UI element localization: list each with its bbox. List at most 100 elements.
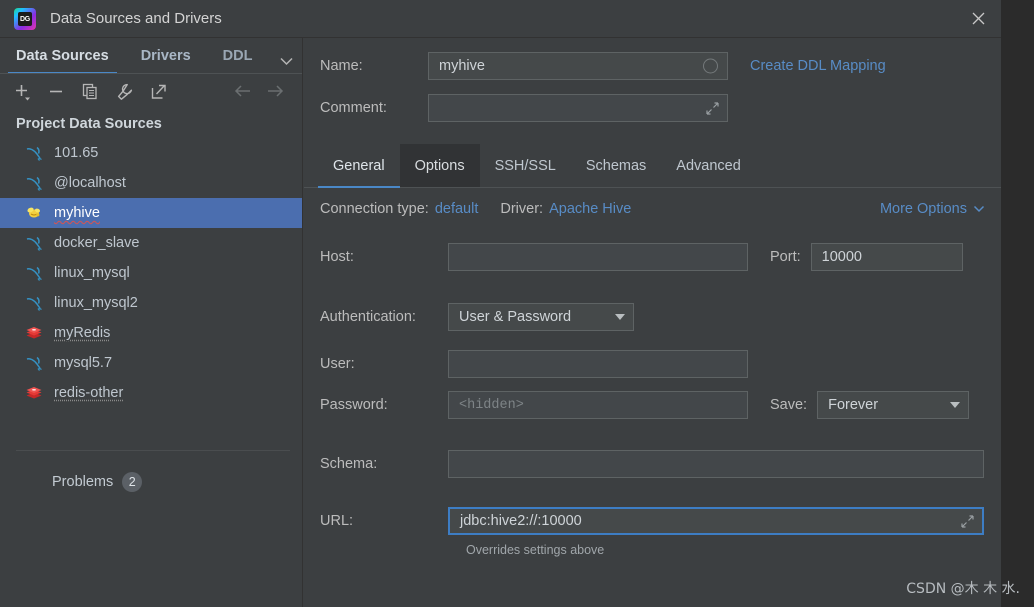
expand-icon[interactable]: [960, 514, 974, 528]
port-input[interactable]: 10000: [810, 243, 963, 271]
title-bar: DG Data Sources and Drivers: [0, 0, 1001, 38]
name-input[interactable]: myhive: [428, 52, 728, 80]
authentication-select[interactable]: User & Password: [448, 303, 634, 331]
watermark: CSDN @木 木 水.: [906, 578, 1020, 598]
list-item[interactable]: 101.65: [0, 138, 302, 168]
comment-label: Comment:: [320, 100, 387, 116]
password-label: Password:: [320, 397, 388, 413]
window-title: Data Sources and Drivers: [50, 10, 222, 27]
wrench-icon: [117, 83, 132, 100]
save-select[interactable]: Forever: [817, 391, 970, 419]
tab-options[interactable]: Options: [399, 144, 480, 187]
mysql-dolphin-icon: [24, 144, 44, 162]
mysql-dolphin-icon: [24, 354, 44, 372]
tab-ssh-ssl[interactable]: SSH/SSL: [480, 144, 571, 187]
more-options-row[interactable]: More Options: [880, 201, 985, 217]
list-item-label: @localhost: [54, 175, 126, 191]
hive-bee-icon: [24, 204, 44, 222]
external-link-icon: [151, 84, 166, 99]
data-sources-dialog: DG Data Sources and Drivers Data Sources…: [0, 0, 1001, 607]
navigate-back-button[interactable]: [232, 80, 254, 102]
arrow-left-icon: [234, 85, 250, 97]
list-item[interactable]: mysql5.7: [0, 348, 302, 378]
save-label: Save:: [770, 397, 808, 413]
add-data-source-button[interactable]: [12, 81, 32, 101]
user-input[interactable]: [448, 350, 748, 378]
share-data-source-button[interactable]: [148, 81, 168, 101]
port-input-value: 10000: [821, 249, 862, 265]
list-item-label: mysql5.7: [54, 355, 113, 371]
create-ddl-mapping-link[interactable]: Create DDL Mapping: [750, 58, 886, 74]
schema-input[interactable]: [448, 450, 984, 478]
list-item[interactable]: redis-other: [0, 378, 302, 408]
list-item[interactable]: @localhost: [0, 168, 302, 198]
tab-drivers-label: Drivers: [140, 48, 191, 64]
tab-advanced[interactable]: Advanced: [661, 144, 756, 187]
tab-drivers[interactable]: Drivers: [125, 48, 207, 73]
authentication-label: Authentication:: [320, 309, 416, 325]
list-item-label: redis-other: [54, 385, 124, 401]
datagrip-logo-text: DG: [18, 12, 32, 26]
connection-type-row: Connection type: default Driver: Apache …: [320, 201, 631, 217]
list-item-label: myhive: [54, 205, 100, 221]
tab-advanced-label: Advanced: [676, 157, 741, 174]
list-item-myhive[interactable]: myhive: [0, 198, 302, 228]
list-item[interactable]: linux_mysql: [0, 258, 302, 288]
mysql-dolphin-icon: [24, 234, 44, 252]
host-input[interactable]: [448, 243, 748, 271]
sidebar-divider: [16, 450, 290, 451]
tab-general[interactable]: General: [318, 144, 400, 188]
list-item-label: linux_mysql: [54, 265, 130, 281]
name-label: Name:: [320, 58, 363, 74]
save-value: Forever: [828, 397, 879, 413]
user-row: User:: [320, 350, 748, 378]
url-row: URL: jdbc:hive2://:10000: [320, 507, 984, 535]
minus-icon: [49, 90, 62, 92]
password-input[interactable]: <hidden>: [448, 391, 748, 419]
driver-properties-button[interactable]: [114, 81, 134, 101]
more-options-link[interactable]: More Options: [880, 201, 967, 217]
tab-schemas-label: Schemas: [585, 157, 647, 174]
list-item-label: linux_mysql2: [54, 295, 138, 311]
list-item[interactable]: myRedis: [0, 318, 302, 348]
url-input-value: jdbc:hive2://:10000: [460, 513, 582, 529]
host-row: Host: Port: 10000: [320, 243, 963, 271]
driver-value-link[interactable]: Apache Hive: [549, 201, 631, 217]
sidebar-tabs-overflow-button[interactable]: [279, 56, 294, 66]
url-input[interactable]: jdbc:hive2://:10000: [448, 507, 984, 535]
tab-ssh-ssl-label: SSH/SSL: [494, 157, 556, 174]
circle-icon: [703, 58, 718, 74]
authentication-value: User & Password: [459, 309, 572, 325]
list-item[interactable]: docker_slave: [0, 228, 302, 258]
list-item-label: 101.65: [54, 145, 99, 161]
data-source-list: 101.65 @localhost myhive docker_slave li…: [0, 138, 302, 408]
port-label: Port:: [770, 249, 801, 265]
screen-root: DG Data Sources and Drivers Data Sources…: [0, 0, 1034, 607]
expand-icon[interactable]: [705, 101, 719, 115]
arrow-right-icon: [268, 85, 284, 97]
list-item[interactable]: linux_mysql2: [0, 288, 302, 318]
name-row: Name: myhive Create DDL Mapping: [320, 52, 886, 80]
chevron-down-icon: [615, 314, 625, 320]
chevron-down-icon: [280, 57, 293, 66]
project-data-sources-heading: Project Data Sources: [16, 116, 162, 132]
connection-type-value[interactable]: default: [435, 201, 479, 217]
watermark-text: CSDN @木 木 水.: [906, 581, 1020, 597]
navigate-forward-button[interactable]: [264, 80, 286, 102]
tab-options-label: Options: [414, 157, 465, 174]
tab-data-sources-label: Data Sources: [16, 48, 109, 64]
tab-data-sources[interactable]: Data Sources: [0, 48, 125, 73]
close-icon: [972, 12, 984, 25]
close-button[interactable]: [955, 0, 1001, 37]
mysql-dolphin-icon: [24, 174, 44, 192]
settings-tab-bar: General Options SSH/SSL Schemas Advanced: [304, 144, 1001, 188]
remove-data-source-button[interactable]: [46, 81, 66, 101]
duplicate-data-source-button[interactable]: [80, 81, 100, 101]
password-placeholder: <hidden>: [459, 397, 524, 413]
tab-ddl[interactable]: DDL: [207, 48, 257, 73]
problems-count-badge: 2: [122, 472, 143, 492]
problems-button[interactable]: Problems 2: [0, 468, 302, 496]
tab-schemas[interactable]: Schemas: [571, 144, 661, 187]
comment-input[interactable]: [428, 94, 728, 122]
copy-icon: [82, 83, 97, 99]
